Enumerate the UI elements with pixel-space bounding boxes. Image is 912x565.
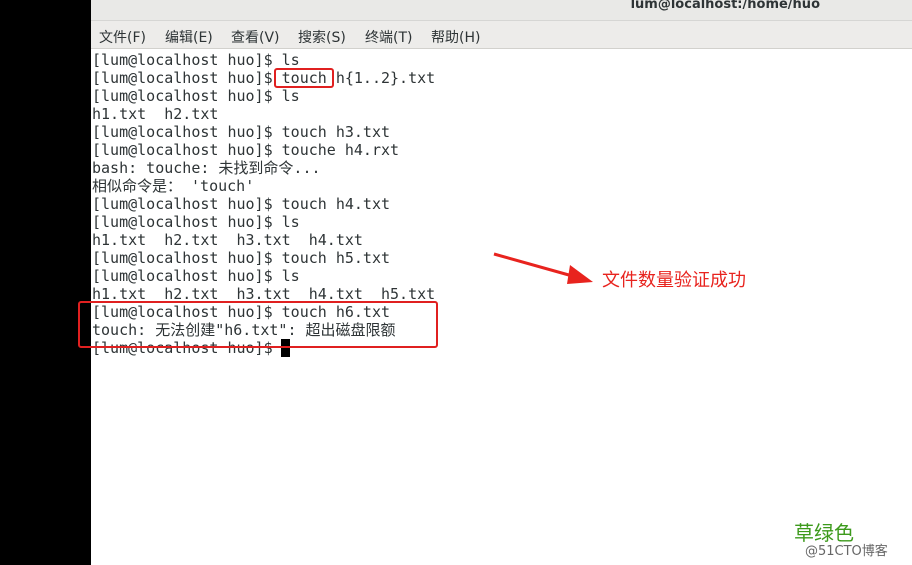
terminal-line: [lum@localhost huo]$ touche h4.rxt (92, 141, 400, 159)
annotation-label: 文件数量验证成功 (602, 270, 746, 291)
menu-view[interactable]: 查看(V) (231, 27, 280, 47)
terminal-line: [lum@localhost huo]$ ls (92, 51, 300, 69)
terminal-line: [lum@localhost huo]$ ls (92, 267, 300, 285)
terminal-line: bash: touche: 未找到命令... (92, 159, 321, 177)
menu-terminal[interactable]: 终端(T) (365, 27, 412, 47)
arrow-icon (493, 252, 593, 284)
watermark-site: @51CTO博客 (805, 544, 888, 559)
terminal-line: [lum@localhost huo]$ touch h{1..2}.txt (92, 69, 436, 87)
terminal-line: [lum@localhost huo]$ touch h5.txt (92, 249, 391, 267)
menu-help[interactable]: 帮助(H) (431, 27, 480, 47)
terminal-line: [lum@localhost huo]$ ls (92, 213, 300, 231)
highlight-box-quota-error (78, 301, 438, 348)
terminal-line: [lum@localhost huo]$ touch h3.txt (92, 123, 391, 141)
menu-edit[interactable]: 编辑(E) (165, 27, 213, 47)
window-title: lum@localhost:/home/huo (630, 0, 820, 12)
terminal-line: [lum@localhost huo]$ ls (92, 87, 300, 105)
highlight-box-touch (274, 68, 334, 88)
window-titlebar[interactable]: lum@localhost:/home/huo (91, 0, 912, 21)
menu-search[interactable]: 搜索(S) (298, 27, 346, 47)
terminal-line: [lum@localhost huo]$ touch h4.txt (92, 195, 391, 213)
terminal-line: h1.txt h2.txt h3.txt h4.txt (92, 231, 363, 249)
terminal-line: 相似命令是： 'touch' (92, 177, 255, 195)
menu-bar: 文件(F) 编辑(E) 查看(V) 搜索(S) 终端(T) 帮助(H) (91, 21, 912, 49)
menu-file[interactable]: 文件(F) (99, 27, 146, 47)
desktop-background-strip (0, 0, 91, 565)
terminal-line: h1.txt h2.txt (92, 105, 219, 123)
